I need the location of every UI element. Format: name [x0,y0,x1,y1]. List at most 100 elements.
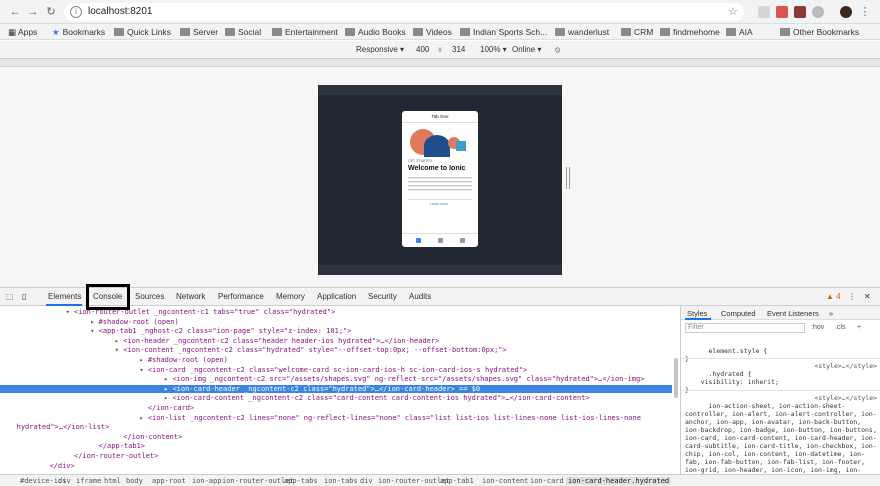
expand-toggle-icon[interactable] [139,404,143,412]
breadcrumb-item[interactable]: ion-card-header.hydrated [566,477,672,485]
bookmark-folder[interactable]: Quick Links [114,26,171,38]
bookmark-folder[interactable]: Audio Books [345,26,406,38]
breadcrumb-item[interactable]: div [58,477,71,485]
bookmark-folder[interactable]: AIA [726,26,753,38]
dom-tree-line[interactable]: </div> [0,462,672,470]
breadcrumb-item[interactable]: div [360,477,373,485]
breadcrumb-item[interactable]: app-tab1 [440,477,474,485]
extension-icon[interactable] [794,6,806,18]
expand-toggle-icon[interactable]: ▾ [66,308,70,316]
breadcrumb-item[interactable]: ion-tabs [324,477,358,485]
breadcrumb-item[interactable]: ion-app [192,477,222,485]
dom-tree-line[interactable]: </ion-router-outlet> [0,452,672,460]
info-icon[interactable]: i [70,6,82,18]
breadcrumb-item[interactable]: ion-card [530,477,564,485]
tab-event-listeners[interactable]: Event Listeners [767,309,819,318]
learn-more-link[interactable]: Learn more [430,202,448,206]
tab-audits[interactable]: Audits [409,292,431,301]
dom-tree-line[interactable]: ▾ <ion-card _ngcontent-c2 class="welcome… [0,366,672,374]
tab-application[interactable]: Application [317,292,356,301]
dom-tree-line[interactable]: ▸ <ion-card-content _ngcontent-c2 class=… [0,394,672,402]
elements-tree[interactable]: ▾ <ion-router-outlet _ngcontent-c1 tabs=… [0,306,678,470]
close-icon[interactable]: ✕ [864,292,871,301]
dom-tree-line[interactable]: hydrated">…</ion-list> [0,423,672,431]
cls-button[interactable]: .cls [835,324,846,331]
bookmark-folder[interactable]: Server [180,26,218,38]
tab-styles[interactable]: Styles [687,309,707,318]
breadcrumb-item[interactable]: app-tabs [284,477,318,485]
breadcrumb-item[interactable]: iframe [76,477,101,485]
expand-toggle-icon[interactable]: ▸ [164,394,168,402]
viewport-width-input[interactable]: 400 [416,45,429,54]
bookmark-folder[interactable]: Social [225,26,261,38]
extension-icon[interactable] [776,6,788,18]
breadcrumb-item[interactable]: ion-router-outlet [222,477,294,485]
tab-computed[interactable]: Computed [721,309,756,318]
dom-tree-line[interactable]: ▸ <ion-img _ngcontent-c2 src="/assets/sh… [0,375,672,383]
breadcrumb-item[interactable]: html [104,477,121,485]
breadcrumb-item[interactable]: body [126,477,143,485]
styles-filter-input[interactable]: Filter [685,323,805,333]
warning-count[interactable]: ▲ 4 [826,292,841,301]
dom-tree-line[interactable]: </ion-content> [0,433,672,441]
style-rule[interactable]: ion-action-sheet, ion-action-sheet-contr… [685,394,879,474]
tab-two-icon[interactable] [438,238,443,243]
tab-security[interactable]: Security [368,292,397,301]
expand-toggle-icon[interactable]: ▸ [164,375,168,383]
extension-icon[interactable] [758,6,770,18]
expand-toggle-icon[interactable] [66,452,70,460]
expand-toggle-icon[interactable] [41,462,45,470]
dom-tree-line[interactable]: ▸ #shadow-root (open) [0,356,672,364]
expand-toggle-icon[interactable]: ▸ [164,385,168,393]
breadcrumb-item[interactable]: ion-content [482,477,528,485]
dom-tree-line[interactable]: ▾ <ion-router-outlet _ngcontent-c1 tabs=… [0,308,672,316]
expand-toggle-icon[interactable]: ▾ [115,346,119,354]
bookmark-bookmarks[interactable]: ★ Bookmarks [52,26,105,38]
forward-icon[interactable]: → [26,5,40,19]
expand-toggle-icon[interactable]: ▾ [90,327,94,335]
bookmark-folder[interactable]: Videos [413,26,452,38]
tab-network[interactable]: Network [176,292,205,301]
network-throttle-select[interactable]: Online ▾ [512,45,541,54]
hov-button[interactable]: :hov [811,324,824,331]
url-text[interactable]: localhost:8201 [88,6,153,17]
bookmark-folder[interactable]: Entertainment [272,26,338,38]
avatar[interactable] [840,6,852,18]
bookmark-folder[interactable]: CRM [621,26,653,38]
dom-tree-line[interactable]: ▸ <ion-list _ngcontent-c2 lines="none" n… [0,414,672,422]
style-source[interactable]: <style>…</style> [814,394,877,402]
extension-icon[interactable] [812,6,824,18]
expand-toggle-icon[interactable]: ▸ [115,337,119,345]
bookmark-folder[interactable]: Indian Sports Sch... [460,26,547,38]
resize-handle[interactable] [566,167,570,189]
add-rule-button[interactable]: + [857,324,861,331]
dom-tree-line[interactable]: ▸ <ion-card-header _ngcontent-c2 class="… [0,384,672,393]
more-tabs-icon[interactable]: » [829,309,833,318]
breadcrumb-item[interactable]: app-root [152,477,186,485]
inspect-icon[interactable]: ⬚ [6,292,14,301]
expand-toggle-icon[interactable] [8,423,12,431]
expand-toggle-icon[interactable]: ▾ [139,366,143,374]
tab-elements[interactable]: Elements [48,292,81,301]
elements-scrollbar[interactable] [674,358,678,398]
expand-toggle-icon[interactable]: ▸ [90,318,94,326]
style-source[interactable]: <style>…</style> [814,362,877,370]
bookmark-folder[interactable]: wanderlust [555,26,609,38]
back-icon[interactable]: ← [8,5,22,19]
zoom-select[interactable]: 100% ▾ [480,45,507,54]
expand-toggle-icon[interactable]: ▸ [139,414,143,422]
dom-tree-line[interactable]: </ion-card> [0,404,672,412]
tab-sources[interactable]: Sources [135,292,164,301]
viewport-height-input[interactable]: 314 [452,45,465,54]
phone-screen[interactable]: Tab One GET STARTED Welcome to Ionic Lea… [402,111,478,247]
reload-icon[interactable]: ↻ [44,5,58,19]
tab-performance[interactable]: Performance [218,292,264,301]
tab-one-icon[interactable] [416,238,421,243]
rotate-icon[interactable]: ⦸ [555,45,560,55]
address-bar[interactable]: i localhost:8201 ☆ [64,3,744,21]
tab-memory[interactable]: Memory [276,292,305,301]
expand-toggle-icon[interactable] [115,433,119,441]
bookmark-folder[interactable]: findmehome [660,26,720,38]
expand-toggle-icon[interactable]: ▸ [139,356,143,364]
device-toggle-icon[interactable]: ▯ [22,292,26,301]
